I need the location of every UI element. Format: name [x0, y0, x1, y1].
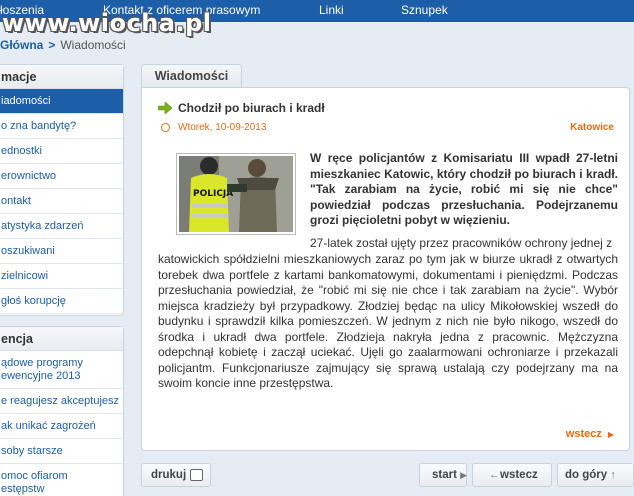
- print-button-label: drukuj: [151, 469, 187, 481]
- start-button-label: start: [432, 469, 457, 481]
- sidebar-item-osoby-starsze[interactable]: soby starsze: [0, 439, 123, 464]
- printer-icon: [190, 469, 203, 481]
- triangle-right-icon: ▶: [460, 470, 468, 480]
- article-date-text: Wtorek, 10-09-2013: [178, 122, 267, 133]
- article-body: katowickich spółdzielni mieszkaniowych z…: [158, 252, 618, 390]
- sidebar-item-kto-zna-bandyte[interactable]: o zna bandytę?: [0, 114, 123, 139]
- to-top-button[interactable]: do góry ↑: [557, 463, 634, 487]
- back-link-label: wstecz: [565, 428, 602, 440]
- police-photo-image: POLICJA: [179, 156, 293, 232]
- sidebar-info-title: macje: [0, 65, 123, 89]
- triangle-right-icon: ▶: [607, 430, 614, 439]
- print-button[interactable]: drukuj: [141, 463, 211, 487]
- article-lead-continuation: 27-latek został ujęty przez pracowników …: [310, 236, 613, 250]
- article-date: Wtorek, 10-09-2013: [161, 122, 267, 133]
- sidebar-item-kontakt[interactable]: ontakt: [0, 189, 123, 214]
- article-city: Katowice: [570, 122, 614, 133]
- sidebar-item-jak-unikac[interactable]: ak unikać zagrożeń: [0, 414, 123, 439]
- sidebar-item-zglos-korupcje[interactable]: głoś korupcję: [0, 289, 123, 314]
- to-top-button-label: do góry: [565, 469, 608, 481]
- sidebar-prevention-box: encja ądowe programy ewencyjne 2013 e re…: [0, 326, 124, 496]
- back-button-label: wstecz: [500, 469, 538, 481]
- back-link[interactable]: wstecz ▶: [566, 428, 614, 440]
- sidebar-info-list: iadomości o zna bandytę? ednostki erowni…: [0, 89, 123, 314]
- nav-item-linki[interactable]: Linki: [319, 3, 344, 17]
- nav-item-sznupek[interactable]: Sznupek: [401, 3, 448, 17]
- sidebar-info-box: macje iadomości o zna bandytę? ednostki …: [0, 64, 124, 316]
- article-title[interactable]: Chodził po biurach i kradł: [158, 101, 325, 115]
- sidebar-item-poszukiwani[interactable]: oszukiwani: [0, 239, 123, 264]
- article-panel: Chodził po biurach i kradł Wtorek, 10-09…: [141, 87, 630, 451]
- start-button[interactable]: start ▶: [419, 463, 467, 487]
- arrow-right-icon: [158, 102, 172, 114]
- article-lead: W ręce policjantów z Komisariatu III wpa…: [310, 151, 618, 227]
- breadcrumb: Główna > Wiadomości: [0, 38, 126, 52]
- arrow-left-icon: ←: [489, 469, 500, 481]
- sidebar-prevention-title: encja: [0, 327, 123, 351]
- breadcrumb-current: Wiadomości: [60, 38, 126, 52]
- article-photo: POLICJA: [176, 153, 296, 235]
- article-title-text: Chodził po biurach i kradł: [178, 101, 325, 115]
- sidebar-item-wiadomosci[interactable]: iadomości: [0, 89, 123, 114]
- back-button[interactable]: ←wstecz: [472, 463, 552, 487]
- sidebar-item-nie-reagujesz[interactable]: e reagujesz akceptujesz: [0, 389, 123, 414]
- clock-icon: [161, 123, 170, 132]
- tab-wiadomosci[interactable]: Wiadomości: [141, 64, 242, 88]
- sidebar-item-programy[interactable]: ądowe programy ewencyjne 2013: [0, 351, 123, 389]
- sidebar-item-statystyka[interactable]: atystyka zdarzeń: [0, 214, 123, 239]
- breadcrumb-home[interactable]: Główna: [0, 38, 43, 52]
- sidebar-item-jednostki[interactable]: ednostki: [0, 139, 123, 164]
- watermark: www.wiocha.pl: [2, 9, 212, 37]
- sidebar-item-kierownictwo[interactable]: erownictwo: [0, 164, 123, 189]
- sidebar-prevention-list: ądowe programy ewencyjne 2013 e reagujes…: [0, 351, 123, 496]
- sidebar-item-dzielnicowi[interactable]: zielnicowi: [0, 264, 123, 289]
- sidebar-item-pomoc-ofiarom[interactable]: omoc ofiarom estępstw: [0, 464, 123, 496]
- arrow-up-icon: ↑: [610, 469, 616, 481]
- breadcrumb-separator: >: [48, 38, 56, 52]
